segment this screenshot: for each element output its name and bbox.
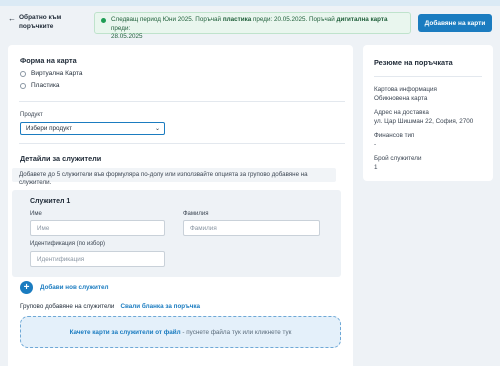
back-label: Обратно към поръчките: [19, 14, 62, 30]
summary-address: Адрес на доставка ул. Цар Шишман 22, Соф…: [374, 109, 474, 125]
radio-icon[interactable]: [20, 70, 26, 77]
summary-fin-type: Финансов тип -: [374, 132, 415, 148]
employee-details-title: Детайли за служители: [20, 154, 102, 163]
chevron-down-icon: ⌄: [154, 126, 160, 132]
order-summary-card: Резюме на поръчката Картова информация О…: [363, 45, 493, 181]
last-name-input[interactable]: [183, 220, 320, 236]
file-dropzone[interactable]: Качете карти за служители от файл - пусн…: [20, 316, 341, 348]
bulk-add-row: Групово добавяне на служители Свали блан…: [20, 303, 200, 310]
top-strip: [0, 0, 500, 6]
bulk-label: Групово добавяне на служители: [20, 303, 115, 310]
id-input[interactable]: [30, 251, 165, 267]
summary-title: Резюме на поръчката: [374, 58, 453, 67]
employee-panel: Служител 1 Име Фамилия Идентификация (по…: [12, 190, 341, 277]
product-label: Продукт: [20, 112, 43, 118]
card-form-title: Форма на карта: [20, 56, 77, 65]
download-template-link[interactable]: Свали бланка за поръчка: [120, 303, 200, 310]
product-select[interactable]: Избери продукт ⌄: [20, 122, 165, 135]
add-cards-button[interactable]: Добавяне на карти: [418, 14, 492, 32]
period-notice: Следващ период Юни 2025. Поръчай пластик…: [94, 12, 411, 40]
plus-icon: +: [20, 281, 33, 294]
radio-plastic[interactable]: Пластика: [20, 82, 60, 89]
divider: [374, 76, 482, 77]
employee-title: Служител 1: [30, 198, 71, 205]
last-name-label: Фамилия: [183, 211, 209, 217]
back-to-orders-link[interactable]: ← Обратно към поръчките: [8, 14, 88, 31]
info-banner: Добавете до 5 служители във формуляра по…: [12, 168, 336, 186]
status-dot-icon: [101, 18, 106, 23]
radio-virtual-card[interactable]: Виртуална Карта: [20, 70, 82, 77]
first-name-input[interactable]: [30, 220, 165, 236]
first-name-label: Име: [30, 211, 42, 217]
summary-card-info: Картова информация Обикновена карта: [374, 86, 437, 102]
radio-icon[interactable]: [20, 82, 26, 89]
divider: [19, 101, 345, 102]
id-label: Идентификация (по избор): [30, 241, 106, 247]
add-employee-button[interactable]: + Добави нов служител: [20, 281, 108, 294]
arrow-left-icon: ←: [8, 14, 16, 23]
summary-employee-count: Брой служители 1: [374, 155, 422, 171]
divider: [19, 143, 345, 144]
